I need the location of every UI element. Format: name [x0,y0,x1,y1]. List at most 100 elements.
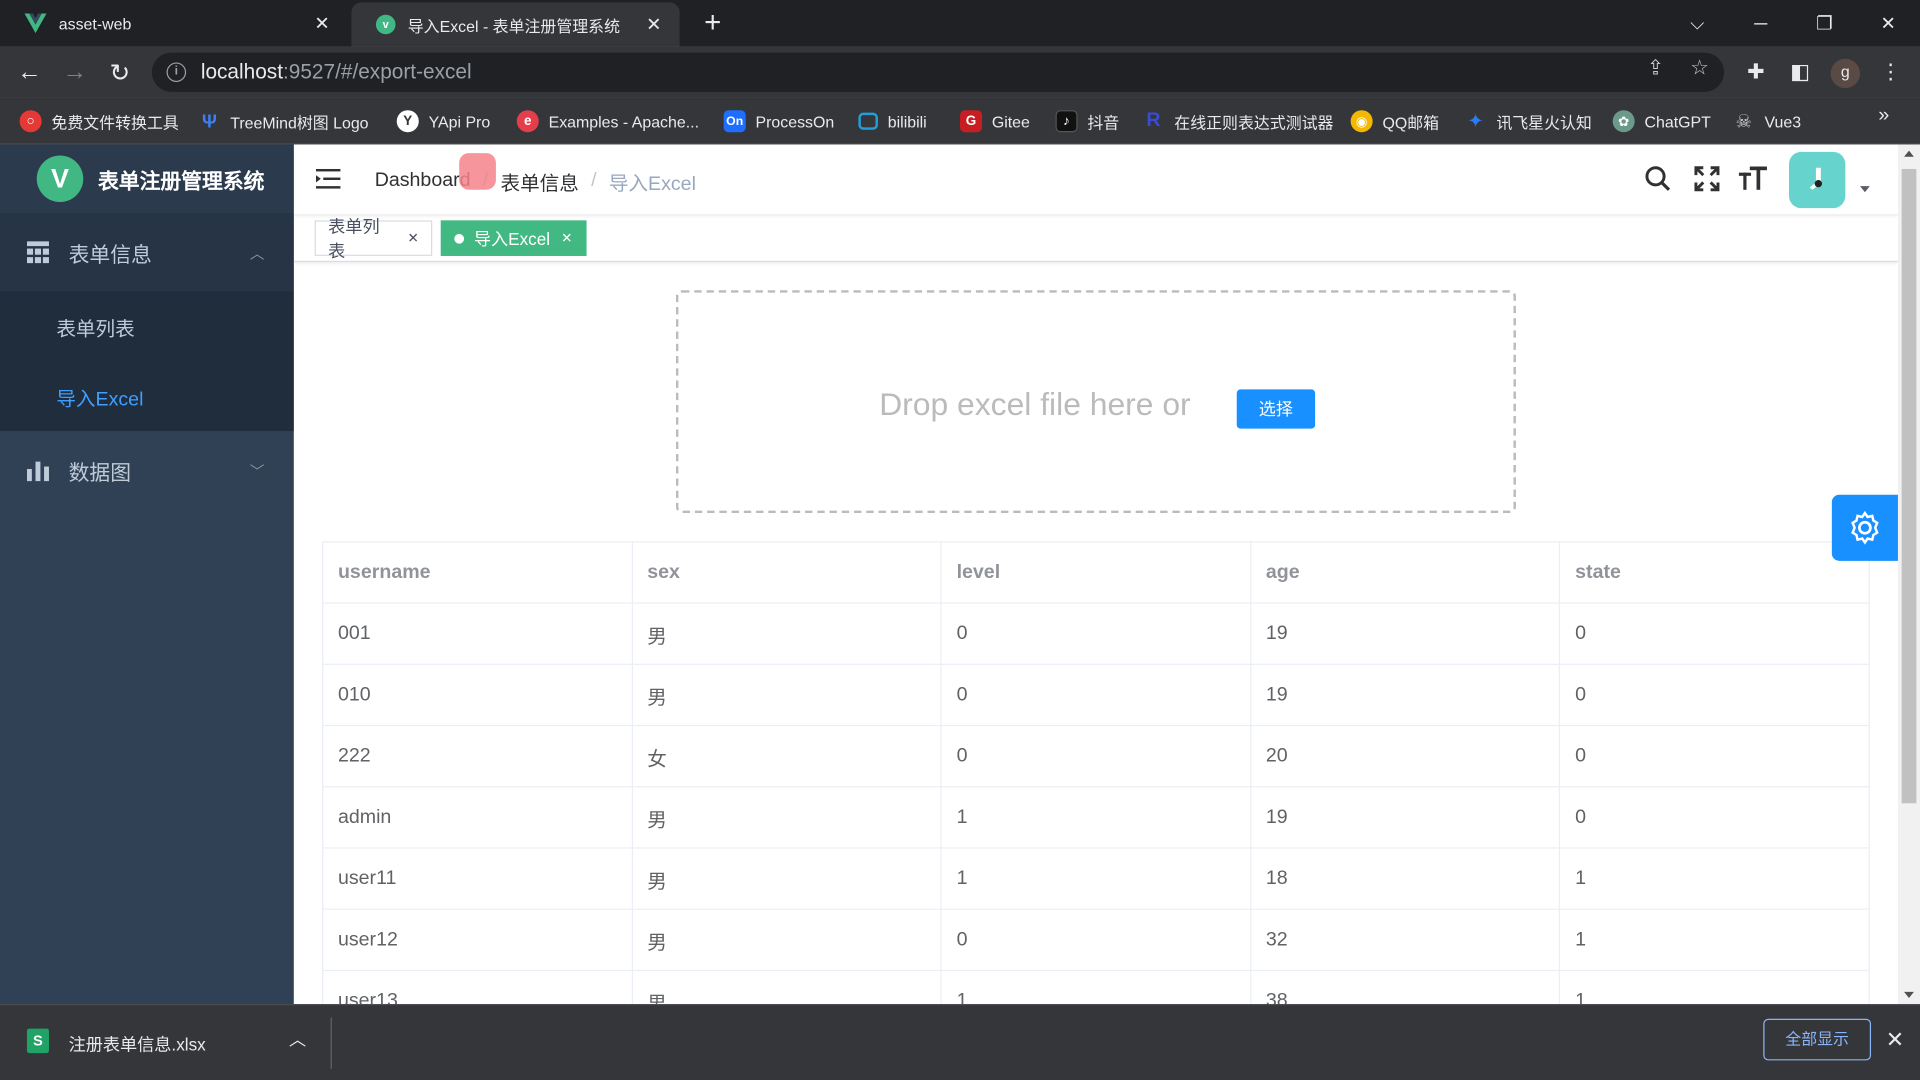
excel-data-table: username sex level age state 001 男 0 19 0 010… [322,541,1870,1005]
caret-down-icon[interactable] [1860,186,1870,193]
bookmark-item[interactable]: Ψ TreeMind树图 Logo [198,107,369,136]
browser-tab-asset-web[interactable]: asset-web ✕ [0,0,348,47]
back-arrow-icon[interactable]: ← [12,55,46,89]
table-cell: 19 [1249,786,1561,849]
browser-tab-export-excel[interactable]: v 导入Excel - 表单注册管理系统 ✕ [351,2,680,47]
bookmark-item[interactable]: R 在线正则表达式测试器 [1142,107,1333,136]
choose-file-button[interactable]: 选择 [1236,389,1316,429]
bookmark-item[interactable]: Y YApi Pro [396,107,490,136]
sidebar-submenu: 表单列表 导入Excel [0,291,294,432]
download-file-name[interactable]: 注册表单信息.xlsx [69,1032,206,1056]
site-info-icon[interactable]: i [166,62,187,83]
restore-icon[interactable]: ❐ [1793,0,1857,47]
sidebar-group-data-chart[interactable]: 数据图 ﹀ [0,431,294,509]
table-cell: admin [322,786,633,849]
tab-search-icon[interactable]: ⌵ [1665,0,1729,47]
screen: asset-web ✕ v 导入Excel - 表单注册管理系统 ✕ + ⌵ ─… [0,0,1920,1080]
vue-favicon-icon: v [375,14,396,35]
sidebar-group-label: 表单信息 [68,243,152,267]
table-cell: 0 [940,602,1252,665]
forward-arrow-icon[interactable]: → [58,55,92,89]
bookmarks-more-icon[interactable]: » [1878,105,1889,127]
bookmark-item[interactable]: ☠ Vue3 [1733,107,1801,136]
tag-label: 导入Excel [473,228,551,248]
sidebar-item-form-list[interactable]: 表单列表 [0,291,294,361]
column-header: username [322,541,633,604]
bookmark-item[interactable]: ♪ 抖音 [1055,107,1119,136]
vue3-icon: ☠ [1735,111,1752,133]
bookmark-star-icon[interactable]: ☆ [1685,54,1714,83]
hamburger-icon[interactable] [315,167,343,191]
active-dot-icon [454,233,465,244]
table-cell: user13 [322,969,633,1005]
extensions-puzzle-icon[interactable]: ✚ [1741,58,1770,87]
chevron-up-icon[interactable]: ︿ [289,1027,306,1051]
search-icon[interactable] [1642,163,1674,195]
window-close-icon[interactable]: ✕ [1856,0,1920,47]
table-cell: 女 [631,724,942,788]
scroll-up-icon[interactable] [1904,150,1914,157]
table-row: 010 男 0 19 0 [322,663,1870,727]
vue-logo-icon: V [36,155,84,203]
tag-close-icon[interactable]: ✕ [561,230,572,246]
tags-view: 表单列表 ✕ 导入Excel ✕ [293,216,1898,263]
profile-avatar[interactable]: g [1830,58,1861,89]
tag-import-excel[interactable]: 导入Excel ✕ [440,220,587,256]
xinghuo-icon: ✦ [1467,111,1484,133]
bookmark-item[interactable]: On ProcessOn [723,107,834,136]
user-avatar[interactable] [1788,151,1846,209]
scrollbar-thumb[interactable] [1901,168,1917,804]
tag-form-list[interactable]: 表单列表 ✕ [314,216,433,260]
tab-close-icon[interactable]: ✕ [643,13,665,36]
show-all-downloads-button[interactable]: 全部显示 [1763,1018,1872,1061]
table-row: user13 男 1 38 1 [322,969,1870,1005]
page-scrollbar[interactable] [1897,144,1920,1005]
close-download-bar-icon[interactable]: ✕ [1886,1027,1904,1053]
table-cell: 010 [322,663,633,727]
tab-title: 导入Excel - 表单注册管理系统 [407,16,621,35]
sidebar-group-form-info[interactable]: 表单信息 ︿ [0,213,294,292]
reload-icon[interactable]: ↻ [103,55,137,89]
minimize-icon[interactable]: ─ [1729,0,1793,47]
new-tab-button[interactable]: + [696,7,730,41]
table-cell: 20 [1249,724,1561,788]
breadcrumb-form-info[interactable]: 表单信息 [500,167,578,196]
tab-close-icon[interactable]: ✕ [311,12,333,34]
app-logo[interactable]: V 表单注册管理系统 [0,144,294,214]
bookmark-item[interactable]: bilibili [858,107,927,136]
column-header: age [1249,541,1561,604]
processon-icon: On [723,110,746,133]
table-row: 222 女 0 20 0 [322,724,1870,788]
sidebar-item-import-excel[interactable]: 导入Excel [0,361,294,431]
side-panel-icon[interactable]: ◧ [1785,58,1814,87]
tab-title: asset-web [58,14,132,33]
settings-gear-icon[interactable] [1831,494,1898,561]
table-cell: 0 [940,908,1252,972]
bookmark-item[interactable]: ✿ ChatGPT [1612,107,1711,136]
bookmark-item[interactable]: ○ 免费文件转换工具 [19,107,179,136]
bookmark-item[interactable]: e Examples - Apache... [516,107,699,136]
table-cell: 1 [940,847,1252,910]
table-cell: 0 [940,663,1252,727]
bookmark-item[interactable]: ✦ 讯飞星火认知 [1465,107,1592,136]
fullscreen-icon[interactable] [1691,163,1723,195]
breadcrumb-dashboard[interactable]: Dashboard [375,170,471,192]
font-size-icon[interactable] [1738,163,1770,195]
bookmark-item[interactable]: ◉ QQ邮箱 [1350,107,1439,136]
app-sidebar: V 表单注册管理系统 表单信息 ︿ 表单列表 导入Excel 数据图 ﹀ [0,144,294,1005]
browser-toolbar: ← → ↻ i localhost:9527/#/export-excel ⇪ … [0,46,1920,98]
bookmark-item[interactable]: G Gitee [960,107,1030,136]
table-cell: 0 [1559,786,1870,849]
tag-close-icon[interactable]: ✕ [407,230,418,246]
table-row: user12 男 0 32 1 [322,908,1870,972]
divider [330,1017,332,1069]
table-cell: 男 [631,786,942,849]
breadcrumb-separator: / [591,170,597,192]
scroll-down-icon[interactable] [1904,991,1914,998]
address-bar[interactable]: i localhost:9527/#/export-excel [151,52,1725,92]
browser-tab-strip: asset-web ✕ v 导入Excel - 表单注册管理系统 ✕ + ⌵ ─… [0,0,1920,47]
excel-drop-zone[interactable]: Drop excel file here or 选择 [675,290,1516,514]
table-cell: 男 [631,969,942,1005]
browser-menu-icon[interactable]: ⋮ [1876,58,1905,87]
share-icon[interactable]: ⇪ [1641,54,1670,83]
